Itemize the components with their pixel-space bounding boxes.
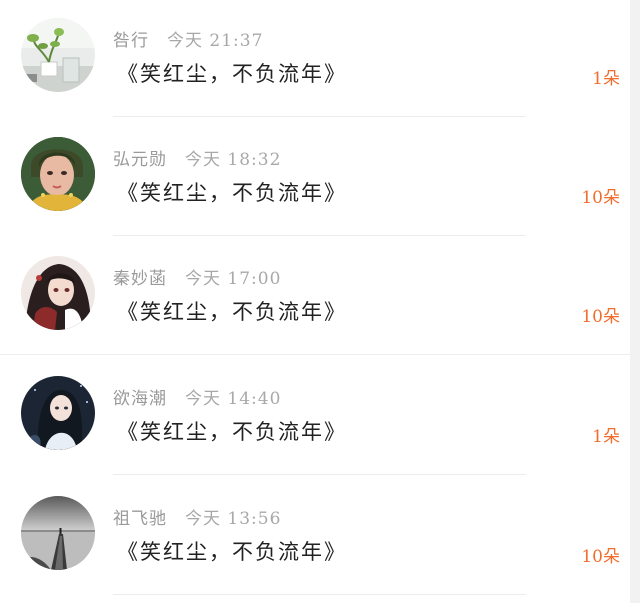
scrollbar[interactable] [630,0,640,603]
flower-count: 10朵 [581,547,620,567]
user-name[interactable]: 祖飞驰 [113,509,167,529]
user-name[interactable]: 秦妙菡 [113,269,167,289]
timestamp: 今天 21:37 [167,31,264,51]
avatar[interactable] [21,496,95,570]
work-title[interactable]: 《笑红尘，不负流年》 [117,416,347,446]
timestamp: 今天 13:56 [185,509,282,529]
flower-count: 1朵 [592,69,620,89]
work-title[interactable]: 《笑红尘，不负流年》 [117,177,347,207]
item-meta: 咎行 今天 21:37 [113,26,263,51]
work-title[interactable]: 《笑红尘，不负流年》 [117,58,347,88]
flower-count: 10朵 [581,307,620,327]
user-name[interactable]: 欲海潮 [113,389,167,409]
list-item[interactable]: 秦妙菡 今天 17:00 《笑红尘，不负流年》 10朵 [0,238,630,357]
timestamp: 今天 18:32 [185,150,282,170]
anime-character-illustration-icon [21,256,95,330]
gift-list: 咎行 今天 21:37 《笑红尘，不负流年》 1朵 弘元勋 今天 18:32 《… [0,0,630,603]
list-item[interactable]: 祖飞驰 今天 13:56 《笑红尘，不负流年》 10朵 [0,478,630,597]
avatar[interactable] [21,18,95,92]
divider [113,235,526,236]
flower-count: 10朵 [581,188,620,208]
item-meta: 弘元勋 今天 18:32 [113,145,281,170]
anime-girl-night-illustration-icon [21,376,95,450]
pier-landscape-photo-icon [21,496,95,570]
user-name[interactable]: 弘元勋 [113,150,167,170]
avatar[interactable] [21,376,95,450]
list-item[interactable]: 弘元勋 今天 18:32 《笑红尘，不负流年》 10朵 [0,119,630,238]
divider [0,354,630,355]
timestamp: 今天 17:00 [185,269,282,289]
item-meta: 秦妙菡 今天 17:00 [113,264,281,289]
divider [113,474,526,475]
list-item[interactable]: 欲海潮 今天 14:40 《笑红尘，不负流年》 1朵 [0,358,630,477]
user-name[interactable]: 咎行 [113,31,149,51]
avatar[interactable] [21,137,95,211]
flower-count: 1朵 [592,427,620,447]
divider [113,116,526,117]
timestamp: 今天 14:40 [185,389,282,409]
work-title[interactable]: 《笑红尘，不负流年》 [117,296,347,326]
woman-portrait-photo-icon [21,137,95,211]
avatar[interactable] [21,256,95,330]
item-meta: 祖飞驰 今天 13:56 [113,504,281,529]
item-meta: 欲海潮 今天 14:40 [113,384,281,409]
divider [113,594,526,595]
list-item[interactable]: 咎行 今天 21:37 《笑红尘，不负流年》 1朵 [0,0,630,119]
work-title[interactable]: 《笑红尘，不负流年》 [117,536,347,566]
potted-plant-photo-icon [21,18,95,92]
